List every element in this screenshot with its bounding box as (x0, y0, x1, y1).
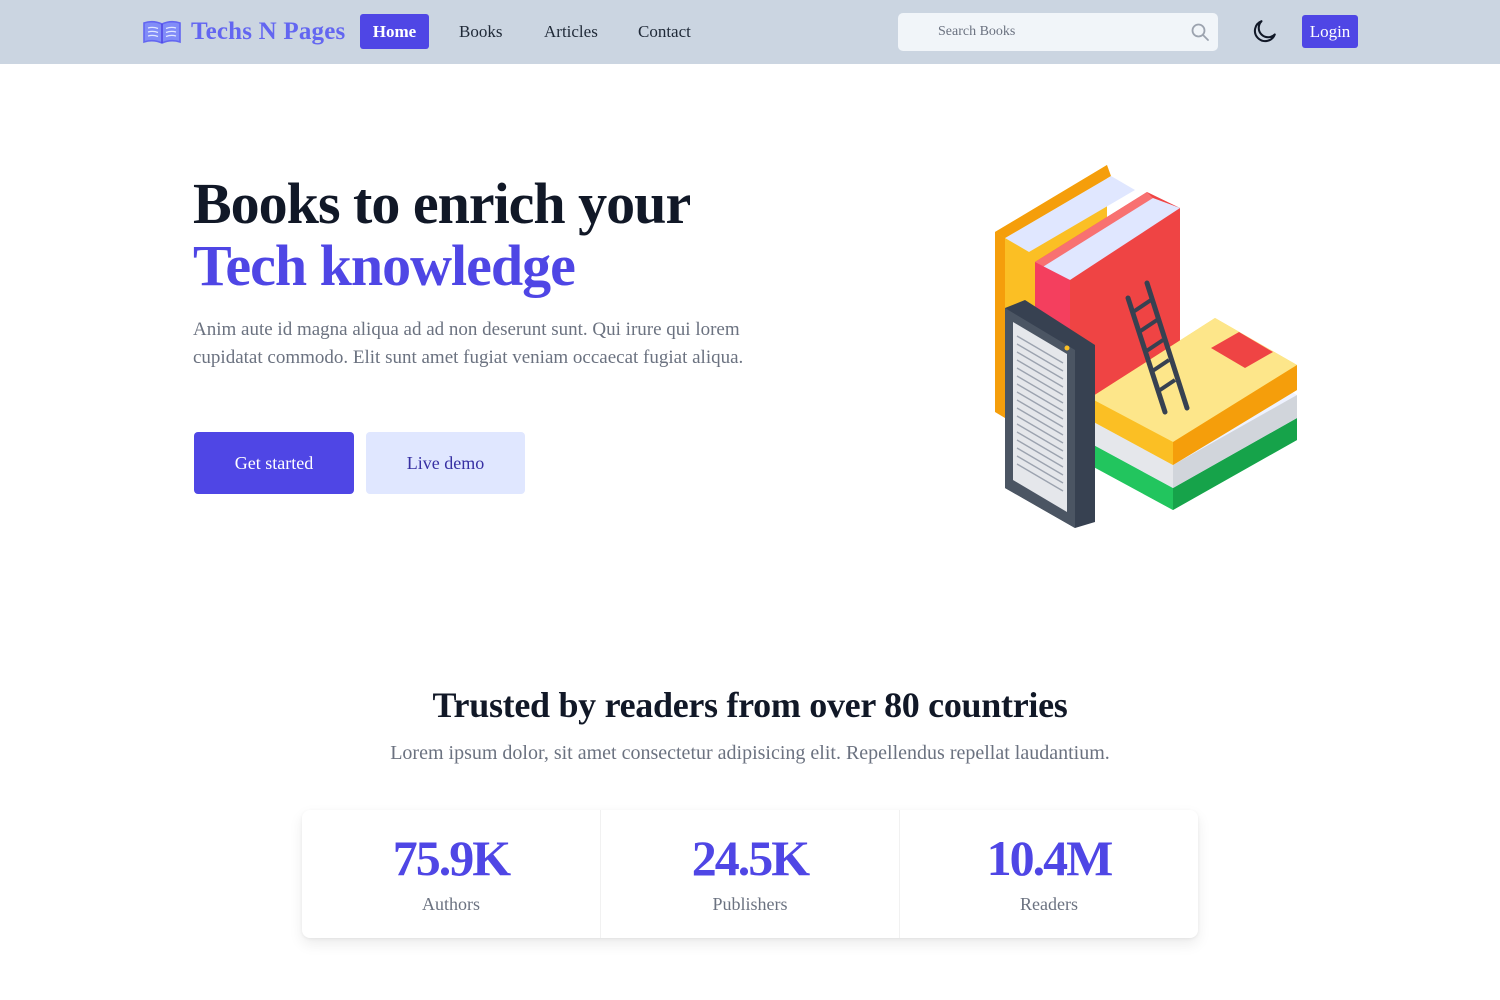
stat-value: 24.5K (691, 830, 810, 886)
search-box (898, 13, 1218, 51)
stat-label: Readers (1020, 894, 1078, 914)
login-button[interactable]: Login (1302, 15, 1358, 48)
nav-contact[interactable]: Contact (638, 14, 691, 49)
search-icon[interactable] (1190, 22, 1210, 42)
hero-title-accent: Tech knowledge (193, 233, 576, 298)
nav-home[interactable]: Home (360, 14, 429, 49)
books-illustration (995, 165, 1297, 528)
navbar: Techs N Pages Home Books Articles Contac… (0, 0, 1500, 64)
stat-value: 10.4M (986, 830, 1114, 886)
brand-logo[interactable]: Techs N Pages (142, 14, 345, 50)
get-started-button[interactable]: Get started (194, 432, 354, 494)
trust-title: Trusted by readers from over 80 countrie… (432, 685, 1068, 725)
moon-icon[interactable] (1250, 17, 1279, 46)
search-input[interactable] (898, 13, 1218, 51)
stat-label: Authors (422, 894, 480, 914)
stat-publishers: 24.5K Publishers (600, 810, 899, 938)
stat-authors: 75.9K Authors (302, 810, 600, 938)
brand-name: Techs N Pages (191, 18, 346, 45)
stats-card: 75.9K Authors 24.5K Publishers 10.4M Rea… (302, 810, 1198, 938)
hero-title: Books to enrich your Tech knowledge (193, 173, 833, 297)
open-book-icon (143, 20, 181, 44)
stat-label: Publishers (712, 894, 788, 914)
nav-articles[interactable]: Articles (544, 14, 598, 49)
stat-value: 75.9K (392, 830, 511, 886)
hero-description: Anim aute id magna aliqua ad ad non dese… (193, 319, 744, 368)
stat-readers: 10.4M Readers (899, 810, 1198, 938)
nav-books[interactable]: Books (459, 14, 502, 49)
trust-subtitle: Lorem ipsum dolor, sit amet consectetur … (390, 742, 1110, 764)
live-demo-button[interactable]: Live demo (366, 432, 525, 494)
hero-title-line1: Books to enrich your (193, 171, 691, 236)
